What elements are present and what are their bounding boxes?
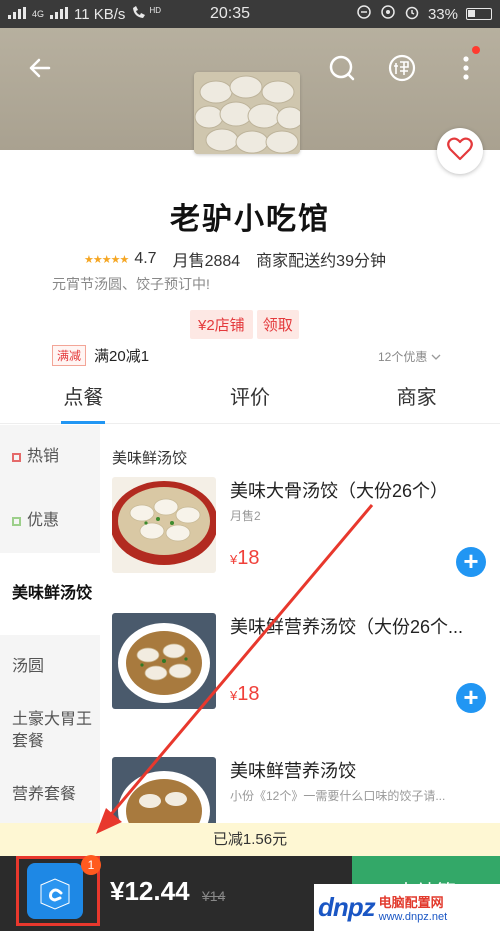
promo-tag: 满减 [52,345,87,366]
shop-name: 老驴小吃馆 [170,203,330,236]
price-value: 18 [237,683,260,705]
food-name: 美味大骨汤饺（大份26个） [230,481,449,501]
promo-row: 满减 满20减1 [52,345,149,366]
signal-icon [8,6,26,23]
price-value: 18 [237,547,260,569]
sidebar-item-label: 土豪大胃王套餐 [12,711,93,750]
network-speed: 11 KB/s [74,5,126,23]
sidebar-item-big-meal[interactable]: 土豪大胃王套餐 [0,699,100,763]
promo-more-label: 12个优惠 [378,350,428,364]
sidebar-item-soup-dumplings[interactable]: 美味鲜汤饺 [0,553,100,635]
battery-percent: 33% [427,5,458,23]
promo-text: 满20减1 [94,348,150,365]
shop-tabs: 点餐 评价 商家 [0,378,500,424]
shop-coupon[interactable]: ¥2店铺 [190,310,253,339]
cart-button[interactable]: 1 [16,855,101,926]
claim-coupon-button[interactable]: 领取 [256,310,299,339]
sidebar-item-label: 汤圆 [12,658,45,675]
food-price: ¥18 [230,683,259,706]
shop-notice: 元宵节汤圆、饺子预订中! [52,276,210,292]
favorite-button[interactable] [437,128,483,174]
food-sales: 小份《12个》一需要什么口味的饺子请... [230,789,446,803]
discount-banner: 已减1.56元 [0,823,500,856]
red-square-icon [12,452,21,462]
location-icon [380,4,396,24]
phone-hd-icon [131,5,149,23]
promo-more-link[interactable]: 12个优惠 [378,348,441,365]
add-to-cart-button[interactable]: + [456,547,486,577]
food-image [112,613,216,709]
pin-group-icon[interactable] [384,50,420,86]
plus-icon: + [463,546,479,576]
plus-icon: + [463,682,479,712]
watermark-url: www.dnpz.net [378,911,448,923]
notification-dot [472,46,480,54]
shop-meta: ★★★★★ 4.7 月售2884 商家配送约39分钟 [84,247,386,271]
green-square-icon [12,516,21,526]
food-name: 美味鲜营养汤饺 [230,761,356,781]
sidebar-item-nutrition-set[interactable]: 营养套餐 [0,763,100,827]
watermark-cn: 电脑配置网 [378,895,444,910]
menu-list: 美味鲜汤饺 美味大骨汤饺（大份26个） 月售2 ¥18 + 美味鲜营养汤饺（大份… [100,425,500,825]
add-to-cart-button[interactable]: + [456,683,486,713]
food-image [112,477,216,573]
heart-icon [447,137,473,166]
sidebar-item-label: 营养套餐 [12,786,77,803]
nfc-icon [356,4,372,24]
status-bar: 4G 11 KB/s HD 20:35 33% [0,0,500,28]
tab-merchant[interactable]: 商家 [333,378,500,423]
rating-stars-icon: ★★★★★ [84,253,129,266]
food-image [112,757,216,825]
shop-delivery: 商家配送约39分钟 [256,253,386,270]
status-right: 33% [302,4,492,24]
food-price: ¥18 [230,547,259,570]
shop-rating: 4.7 [134,250,157,267]
sidebar-item-label: 优惠 [27,512,60,529]
list-item[interactable]: 美味鲜营养汤饺 小份《12个》一需要什么口味的饺子请... [112,757,500,825]
food-name: 美味鲜营养汤饺（大份26个... [230,617,464,637]
cart-total: ¥12.44 [110,876,190,906]
category-sidebar: 热销 优惠 美味鲜汤饺 汤圆 土豪大胃王套餐 营养套餐 [0,425,100,825]
sidebar-item-label: 热销 [27,448,60,465]
category-title: 美味鲜汤饺 [112,450,188,467]
alarm-icon [404,4,420,24]
status-time: 20:35 [209,5,251,22]
watermark-side: 电脑配置网 www.dnpz.net [379,892,447,923]
sidebar-item-hot[interactable]: 热销 [0,425,100,489]
watermark-logo: dnpz 电脑配置网 www.dnpz.net [314,884,500,931]
shop-logo [194,72,300,154]
chevron-down-icon [431,350,441,364]
cart-box-icon [27,863,83,919]
sidebar-item-label: 美味鲜汤饺 [12,585,93,602]
list-item[interactable]: 美味大骨汤饺（大份26个） 月售2 ¥18 + [112,477,500,595]
list-item[interactable]: 美味鲜营养汤饺（大份26个... ¥18 + [112,613,500,731]
cart-original-price: ¥14 [202,888,226,904]
watermark-logo-text: dnpz [318,892,376,922]
battery-icon [466,8,492,20]
carrier-label: 4G [32,9,45,19]
coupon-row: ¥2店铺 领取 [190,310,299,339]
signal-icon-2 [50,6,69,23]
more-vertical-icon[interactable] [448,50,484,86]
tab-reviews[interactable]: 评价 [167,378,334,423]
shop-monthly-sales: 月售2884 [172,253,241,270]
back-arrow-icon[interactable] [22,50,58,86]
cart-count-badge: 1 [81,855,101,875]
sidebar-item-discount[interactable]: 优惠 [0,489,100,553]
tab-order[interactable]: 点餐 [0,378,167,424]
food-sales: 月售2 [230,509,261,523]
sidebar-item-tangyuan[interactable]: 汤圆 [0,635,100,699]
search-icon[interactable] [324,50,360,86]
